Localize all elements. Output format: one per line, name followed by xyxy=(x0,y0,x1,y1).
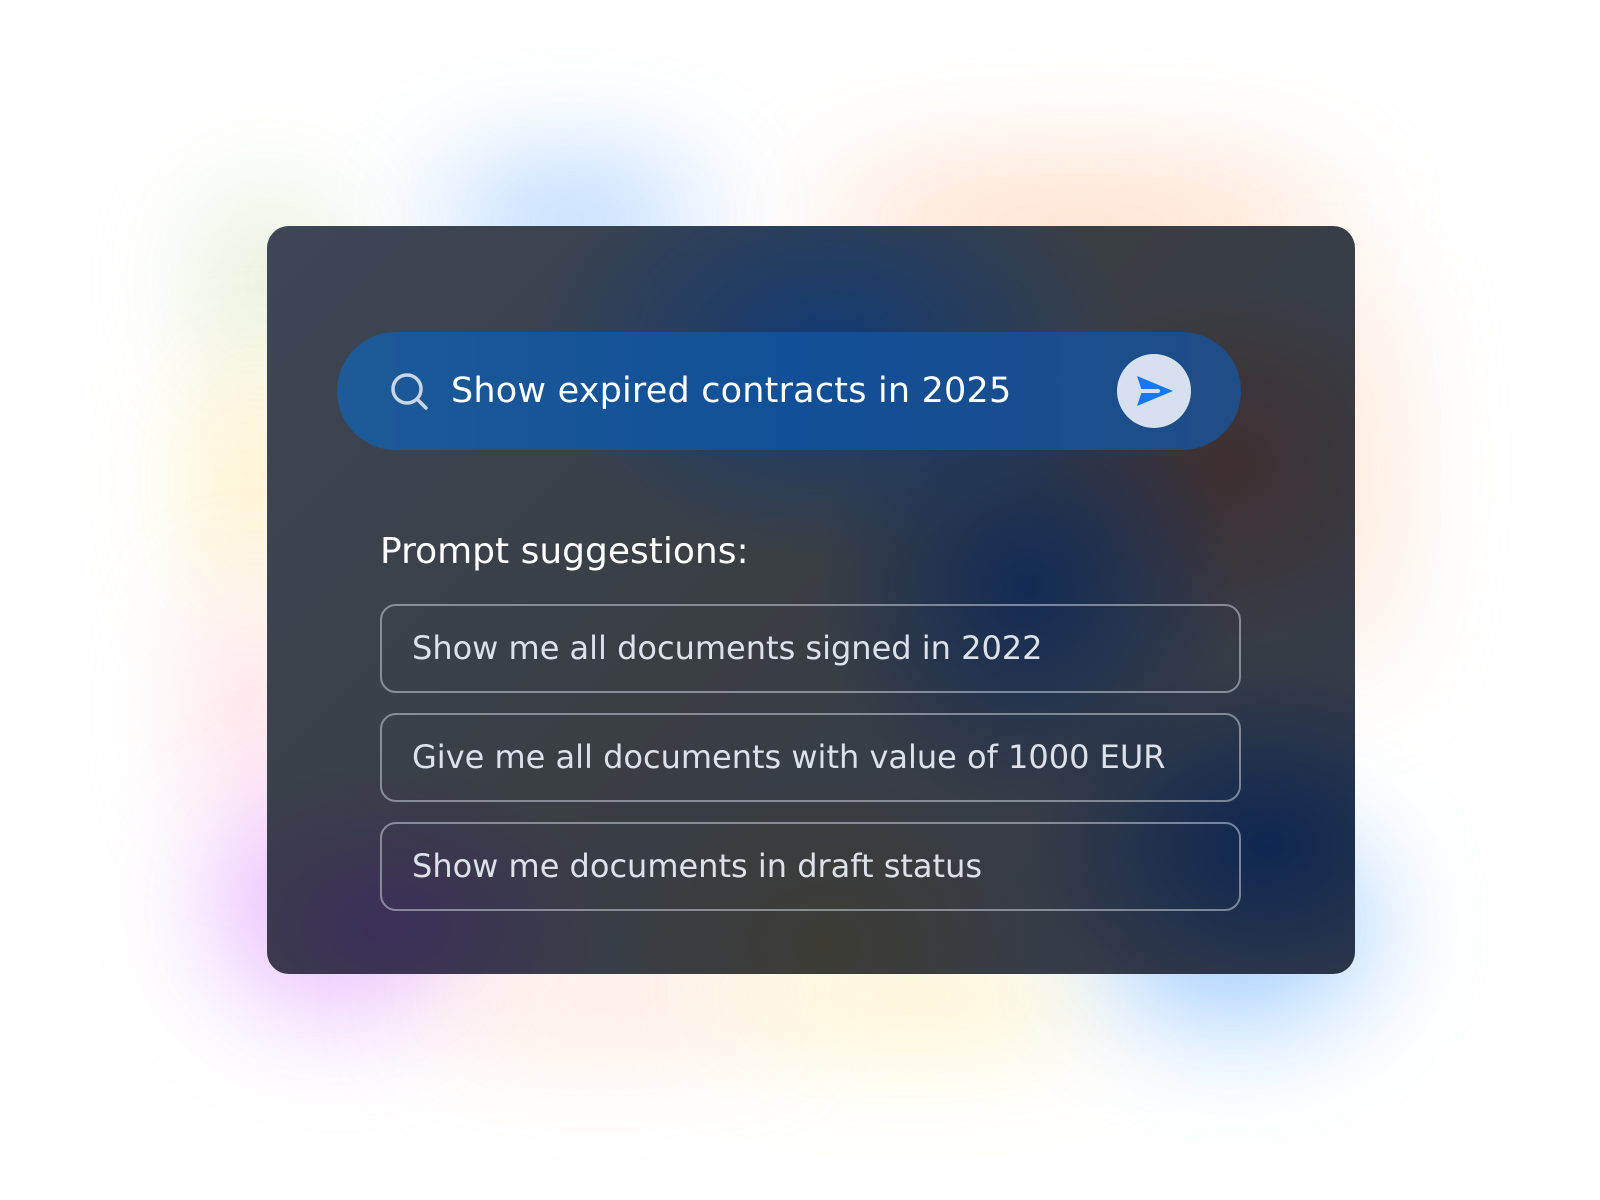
send-button[interactable] xyxy=(1117,354,1191,428)
stage: Show expired contracts in 2025 Prompt su… xyxy=(0,0,1600,1200)
suggestion-item[interactable]: Give me all documents with value of 1000… xyxy=(380,713,1241,802)
search-icon xyxy=(389,371,431,413)
search-input[interactable]: Show expired contracts in 2025 xyxy=(451,332,1011,450)
suggestion-item[interactable]: Show me all documents signed in 2022 xyxy=(380,604,1241,693)
ai-search-card: Show expired contracts in 2025 Prompt su… xyxy=(267,226,1355,974)
suggestion-item[interactable]: Show me documents in draft status xyxy=(380,822,1241,911)
search-bar[interactable]: Show expired contracts in 2025 xyxy=(337,332,1241,450)
suggestions-heading: Prompt suggestions: xyxy=(380,531,749,572)
suggestion-list: Show me all documents signed in 2022 Giv… xyxy=(380,604,1241,931)
